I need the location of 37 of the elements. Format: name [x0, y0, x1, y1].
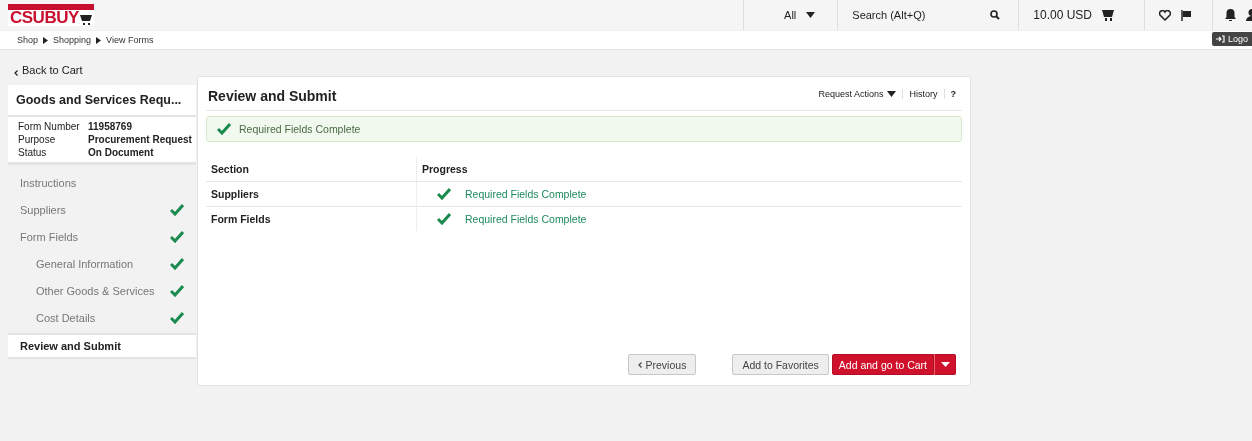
- sidebar-item[interactable]: Instructions: [8, 169, 196, 196]
- sidebar-item[interactable]: Other Goods & Services: [8, 277, 196, 304]
- add-to-cart-button[interactable]: Add and go to Cart: [831, 354, 934, 375]
- progress-status: Required Fields Complete: [465, 188, 587, 200]
- sidebar-item[interactable]: Review and Submit: [8, 333, 196, 359]
- column-header: Progress: [416, 157, 962, 182]
- breadcrumb-link[interactable]: Shopping: [53, 35, 92, 45]
- panel-title: Review and Submit: [208, 87, 337, 104]
- help-link[interactable]: ?: [943, 88, 962, 99]
- column-header: Section: [206, 157, 417, 182]
- back-link[interactable]: Back to Cart: [8, 50, 196, 77]
- field-value: On Document: [88, 147, 155, 158]
- field-label: Status: [18, 147, 48, 158]
- sidebar-item[interactable]: Form Fields: [8, 223, 196, 250]
- logout-button[interactable]: Logo: [1211, 32, 1252, 46]
- table-cell: Form Fields: [206, 206, 417, 231]
- field-label: Form Number: [18, 121, 81, 132]
- logo[interactable]: CSUBUY: [8, 4, 94, 26]
- field-label: Purpose: [18, 134, 57, 145]
- breadcrumb-link[interactable]: View Forms: [106, 35, 154, 45]
- previous-button[interactable]: Previous: [627, 354, 697, 375]
- field-value: Procurement Request: [88, 134, 192, 145]
- request-actions-menu[interactable]: Request Actions: [812, 88, 903, 99]
- form-title: Goods and Services Requ...: [8, 85, 196, 117]
- alert-text: Required Fields Complete: [239, 123, 361, 135]
- add-to-favorites-button[interactable]: Add to Favorites: [732, 354, 829, 375]
- history-link[interactable]: History: [902, 88, 944, 99]
- breadcrumb-link[interactable]: Shop: [17, 35, 39, 45]
- cart-total[interactable]: 10.00 USD: [1033, 8, 1092, 22]
- sidebar-item[interactable]: Cost Details: [8, 304, 196, 331]
- scope-dropdown[interactable]: All: [743, 0, 838, 30]
- progress-status: Required Fields Complete: [465, 213, 587, 225]
- sidebar-item[interactable]: General Information: [8, 250, 196, 277]
- field-value: 11958769: [88, 121, 133, 132]
- sidebar-item[interactable]: Suppliers: [8, 196, 196, 223]
- table-cell: Suppliers: [206, 181, 417, 207]
- search-field[interactable]: Search (Alt+Q): [852, 9, 981, 21]
